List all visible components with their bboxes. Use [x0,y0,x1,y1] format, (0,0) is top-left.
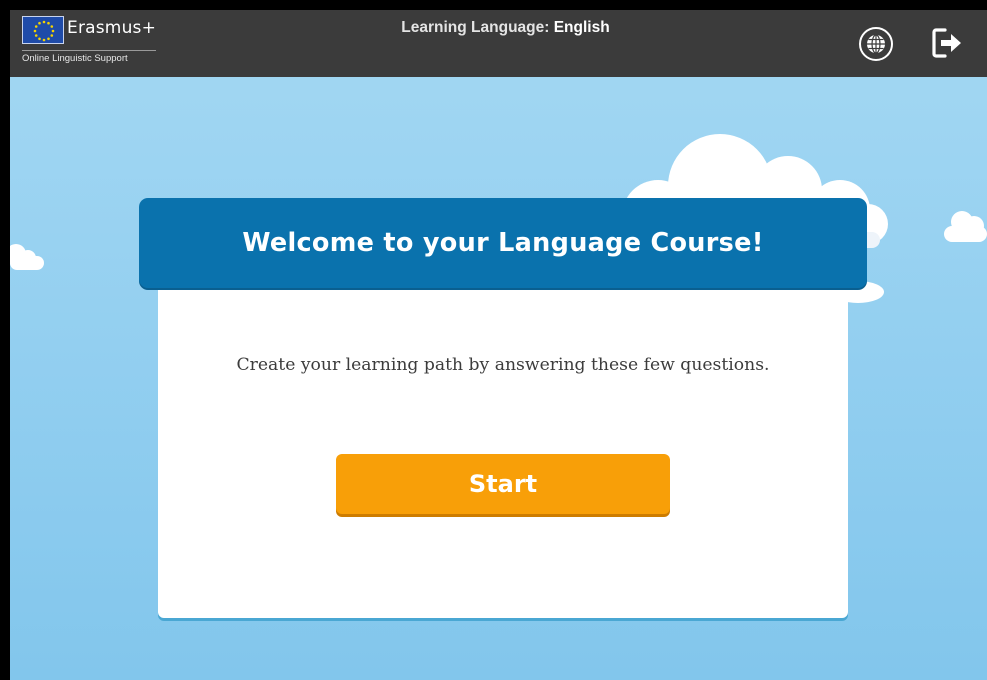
learning-language-label: Learning Language: [401,19,550,36]
logout-button[interactable] [929,25,965,61]
globe-icon [867,34,885,54]
brand-subtitle: Online Linguistic Support [22,53,128,64]
top-bar: Erasmus+ Online Linguistic Support Learn… [10,10,987,77]
logout-icon [932,28,961,58]
eu-flag-icon [22,16,64,44]
welcome-title: Welcome to your Language Course! [242,228,764,258]
window-frame: Erasmus+ Online Linguistic Support Learn… [0,0,987,680]
cloud-decoration-right [944,211,987,242]
learning-language-value: English [553,19,610,36]
logo-divider [22,50,156,51]
brand-name: Erasmus+ [67,18,157,38]
welcome-card [158,276,848,618]
welcome-description: Create your learning path by answering t… [236,355,770,375]
erasmus-logo[interactable]: Erasmus+ Online Linguistic Support [22,16,170,70]
learning-language: Learning Language: English [401,18,609,38]
welcome-card-header: Welcome to your Language Course! [139,198,867,288]
cloud-decoration-left [10,244,44,270]
start-button[interactable]: Start [336,454,670,514]
app-viewport: Erasmus+ Online Linguistic Support Learn… [10,10,987,680]
language-globe-button[interactable] [859,27,893,61]
